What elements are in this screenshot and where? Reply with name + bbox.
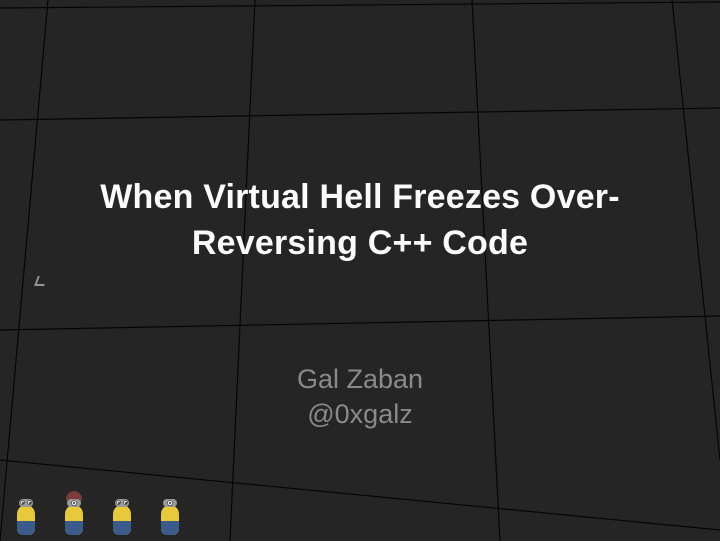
author-handle: @0xgalz <box>297 397 423 432</box>
minion-icon <box>14 493 38 535</box>
title-line-1: When Virtual Hell Freezes Over- <box>100 175 620 221</box>
author-name: Gal Zaban <box>297 362 423 397</box>
title-line-2: Reversing C++ Code <box>100 221 620 267</box>
minion-icon <box>110 493 134 535</box>
author-block: Gal Zaban @0xgalz <box>297 362 423 432</box>
slide-title: When Virtual Hell Freezes Over- Reversin… <box>100 175 620 267</box>
decorative-characters <box>14 493 182 535</box>
minion-icon <box>62 493 86 535</box>
slide-content: When Virtual Hell Freezes Over- Reversin… <box>0 0 720 541</box>
minion-icon <box>158 493 182 535</box>
